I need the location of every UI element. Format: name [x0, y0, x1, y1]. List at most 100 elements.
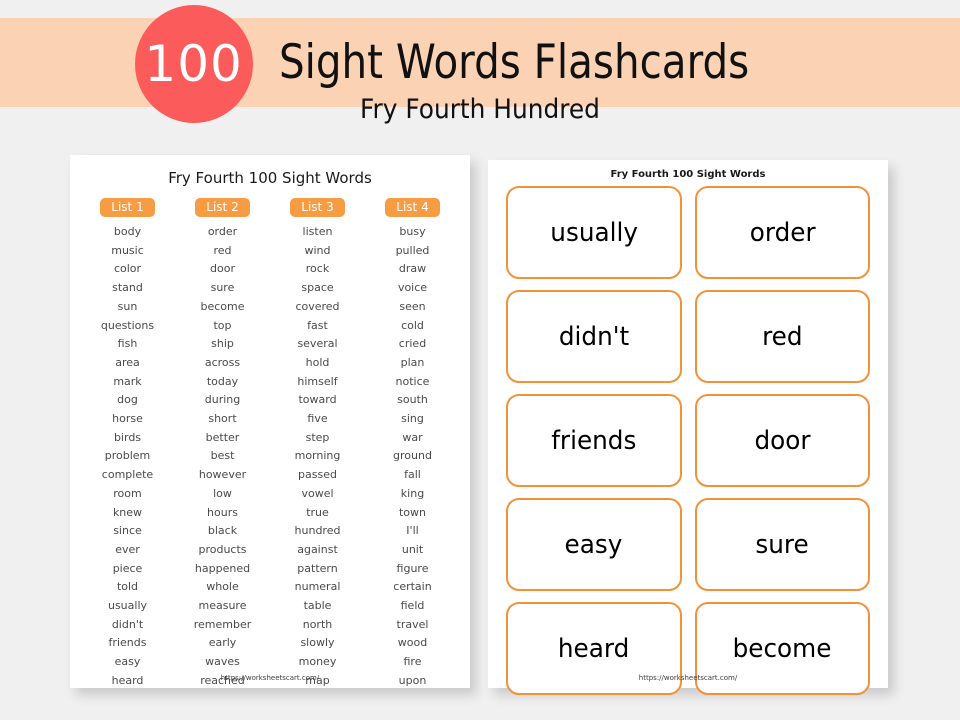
word-item: cold	[401, 318, 424, 332]
flashcard: didn't	[506, 290, 682, 383]
word-item: mark	[113, 374, 142, 388]
word-item: pattern	[297, 561, 338, 575]
flashcard-word: order	[749, 217, 816, 248]
word-item: complete	[101, 468, 154, 482]
word-item: early	[208, 636, 237, 650]
flashcard-word: red	[762, 321, 803, 352]
word-item: since	[113, 524, 142, 538]
word-item: money	[298, 655, 337, 669]
word-item: remember	[193, 617, 252, 631]
word-item: today	[206, 374, 239, 388]
word-item: himself	[297, 374, 338, 388]
word-item: color	[113, 262, 142, 276]
word-item: town	[398, 505, 426, 519]
flashcard-word: door	[754, 425, 811, 456]
list-badge: List 4	[385, 198, 440, 217]
flashcard: friends	[506, 394, 682, 487]
word-item: certain	[393, 580, 432, 594]
word-item: five	[307, 412, 328, 426]
word-list-column: List 1 body music color stand sun questi…	[82, 198, 174, 691]
word-list-sheet: Fry Fourth 100 Sight Words List 1 body m…	[70, 155, 470, 688]
word-item: become	[200, 299, 245, 313]
word-item: king	[400, 486, 425, 500]
word-item: rock	[305, 262, 330, 276]
word-item: hours	[207, 505, 238, 519]
word-item: plan	[400, 355, 425, 369]
word-item: against	[297, 542, 338, 556]
flashcard-sheet: Fry Fourth 100 Sight Words usually order…	[488, 160, 888, 695]
flashcard: order	[694, 186, 870, 279]
list-badge: List 2	[195, 198, 250, 217]
word-item: didn't	[111, 617, 144, 631]
word-item: numeral	[294, 580, 341, 594]
word-item: toward	[298, 393, 337, 407]
word-item: stand	[112, 281, 143, 295]
word-item: passed	[298, 468, 337, 482]
word-item: area	[115, 355, 140, 369]
flashcard: sure	[694, 498, 870, 591]
word-item: black	[207, 524, 238, 538]
word-item: true	[306, 505, 329, 519]
word-item: busy	[399, 225, 426, 238]
list-badge: List 3	[290, 198, 345, 217]
flashcard: door	[694, 394, 870, 487]
word-item: fast	[307, 318, 328, 332]
word-item: horse	[112, 412, 143, 426]
word-item: low	[213, 486, 232, 500]
flashcard-sheet-title: Fry Fourth 100 Sight Words	[610, 169, 766, 180]
word-item: seen	[399, 299, 426, 313]
word-item: ever	[115, 542, 140, 556]
word-list-columns: List 1 body music color stand sun questi…	[70, 187, 470, 691]
count-badge-number: 100	[144, 34, 243, 93]
word-list-column: List 2 order red door sure become top sh…	[177, 198, 269, 691]
word-item: vowel	[301, 486, 334, 500]
word-list-sheet-footer-url: https://worksheetscart.com/	[220, 674, 320, 682]
word-item: war	[402, 430, 423, 444]
word-item: friends	[108, 636, 147, 650]
word-item: however	[198, 468, 247, 482]
word-item: field	[400, 599, 425, 613]
word-item: birds	[113, 430, 142, 444]
word-item: products	[198, 542, 247, 556]
word-item: slowly	[300, 636, 335, 650]
word-item: table	[303, 599, 332, 613]
word-list-column: List 3 listen wind rock space covered fa…	[272, 198, 364, 691]
word-item: short	[208, 412, 237, 426]
word-item: usually	[107, 599, 148, 613]
flashcard-word: didn't	[558, 321, 629, 352]
word-item: listen	[302, 225, 333, 238]
word-item: notice	[395, 374, 430, 388]
word-item: sing	[401, 412, 424, 426]
word-item: dog	[117, 393, 138, 407]
word-item: north	[302, 617, 333, 631]
page-subtitle: Fry Fourth Hundred	[360, 94, 600, 125]
page-title: Sight Words Flashcards	[278, 35, 749, 90]
word-item: voice	[397, 281, 428, 295]
word-item: covered	[295, 299, 340, 313]
word-item: step	[305, 430, 330, 444]
word-item: order	[207, 225, 238, 238]
word-item: fish	[117, 337, 138, 351]
word-item: better	[205, 430, 240, 444]
word-item: figure	[396, 561, 429, 575]
word-item: told	[116, 580, 139, 594]
word-item: whole	[206, 580, 239, 594]
flashcard: red	[694, 290, 870, 383]
flashcard-sheet-footer-url: https://worksheetscart.com/	[638, 674, 738, 682]
word-item: fire	[403, 655, 422, 669]
word-item: wood	[397, 636, 428, 650]
word-item: fall	[404, 468, 421, 482]
flashcard-word: become	[732, 633, 832, 664]
flashcard-grid: usually order didn't red friends door ea…	[488, 180, 888, 695]
word-item: measure	[198, 599, 247, 613]
word-list-column: List 4 busy pulled draw voice seen cold …	[367, 198, 459, 691]
flashcard-word: friends	[551, 425, 637, 456]
word-item: problem	[104, 449, 151, 463]
word-item: room	[113, 486, 142, 500]
word-item: sure	[210, 281, 235, 295]
word-item: during	[204, 393, 241, 407]
word-item: best	[210, 449, 235, 463]
word-item: piece	[112, 561, 143, 575]
flashcard: usually	[506, 186, 682, 279]
word-item: red	[213, 243, 232, 257]
